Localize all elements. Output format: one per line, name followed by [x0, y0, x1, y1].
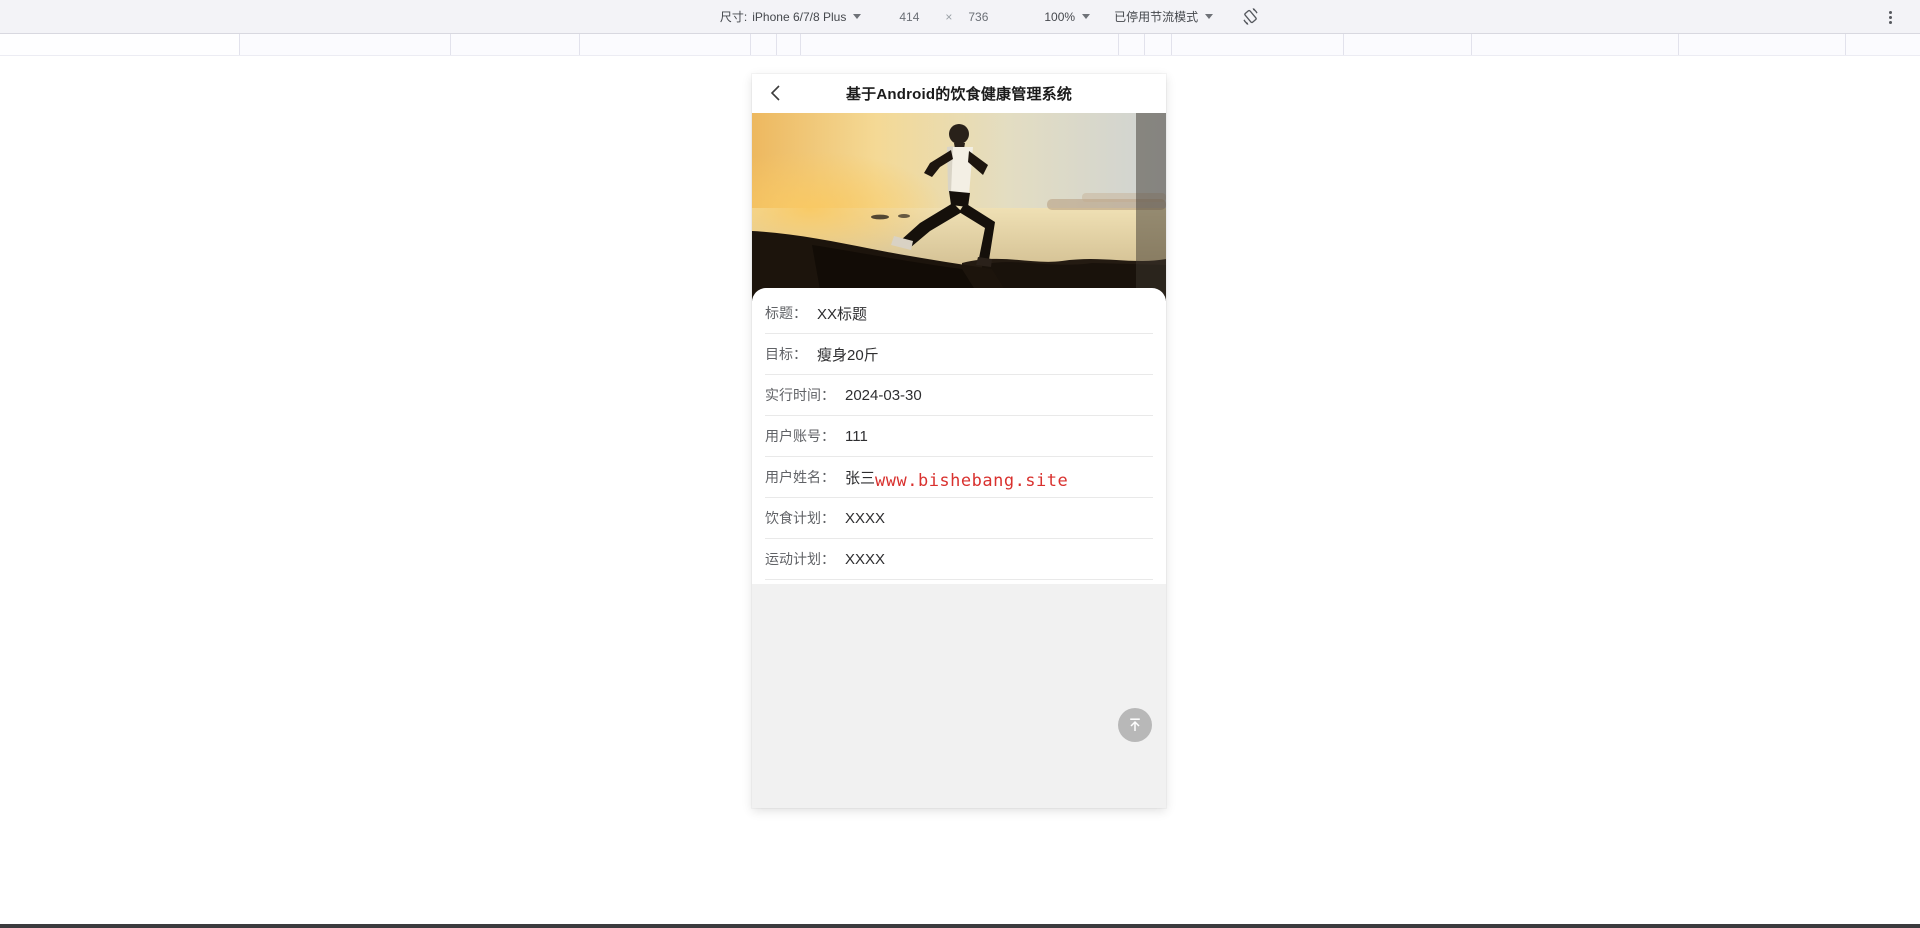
field-row-title: 标题： XX标题 [765, 293, 1153, 334]
app-header: 基于Android的饮食健康管理系统 [752, 74, 1166, 113]
chevron-down-icon [853, 14, 862, 19]
viewport-height-input[interactable]: 736 [968, 10, 998, 24]
back-to-top-button[interactable] [1118, 708, 1152, 742]
devtools-device-toolbar: 尺寸: iPhone 6/7/8 Plus 414 × 736 100% 已停用… [0, 0, 1920, 34]
chevron-down-icon [1205, 14, 1214, 19]
field-row-goal: 目标： 瘦身20斤 [765, 334, 1153, 375]
field-value: 张三 [845, 469, 876, 487]
field-row-account: 用户账号： 111 [765, 416, 1153, 457]
back-icon[interactable] [765, 83, 787, 105]
watermark-text: www.bishebang.site [875, 471, 1069, 491]
throttling-select-value: 已停用节流模式 [1114, 10, 1199, 24]
page-title: 基于Android的饮食健康管理系统 [845, 86, 1073, 103]
field-label: 用户姓名： [765, 469, 835, 485]
chevron-down-icon [1082, 14, 1091, 19]
hero-image [752, 113, 1166, 301]
field-label: 标题： [765, 305, 807, 321]
field-row-date: 实行时间： 2024-03-30 [765, 375, 1153, 416]
field-label: 饮食计划： [765, 510, 835, 526]
more-options-icon[interactable] [1882, 8, 1898, 26]
field-label: 运动计划： [765, 551, 835, 567]
field-value: XXXX [845, 550, 886, 568]
field-row-username: 用户姓名： 张三 www.bishebang.site [765, 457, 1153, 498]
device-select-value: iPhone 6/7/8 Plus [752, 9, 847, 24]
zoom-select-value: 100% [1044, 9, 1076, 24]
zoom-select[interactable]: 100% [1044, 9, 1091, 24]
ruler-strip [0, 34, 1920, 56]
field-label: 用户账号： [765, 428, 835, 444]
ruler-segment [0, 34, 239, 55]
dimensions-label: 尺寸: [719, 10, 748, 24]
device-select[interactable]: iPhone 6/7/8 Plus [752, 9, 862, 24]
throttling-select[interactable]: 已停用节流模式 [1114, 8, 1214, 25]
field-label: 目标： [765, 346, 807, 362]
field-label: 实行时间： [765, 387, 835, 403]
rotate-device-icon[interactable] [1241, 7, 1260, 26]
device-viewport: 基于Android的饮食健康管理系统 标题： XX标题 目标： 瘦身20斤 实行… [752, 74, 1166, 808]
field-value: 111 [845, 427, 868, 445]
back-to-top-icon [1130, 718, 1140, 731]
taskbar-edge [0, 924, 1920, 928]
field-value: 2024-03-30 [845, 386, 922, 404]
times-symbol: × [945, 9, 953, 24]
field-value: 瘦身20斤 [817, 346, 879, 364]
field-row-exercise-plan: 运动计划： XXXX [765, 539, 1153, 580]
field-value: XX标题 [817, 305, 868, 323]
viewport-width-input[interactable]: 414 [899, 10, 929, 24]
field-row-diet-plan: 饮食计划： XXXX [765, 498, 1153, 539]
field-value: XXXX [845, 509, 886, 527]
detail-card: 标题： XX标题 目标： 瘦身20斤 实行时间： 2024-03-30 用户账号… [752, 288, 1166, 584]
page-footer-area [752, 584, 1166, 808]
